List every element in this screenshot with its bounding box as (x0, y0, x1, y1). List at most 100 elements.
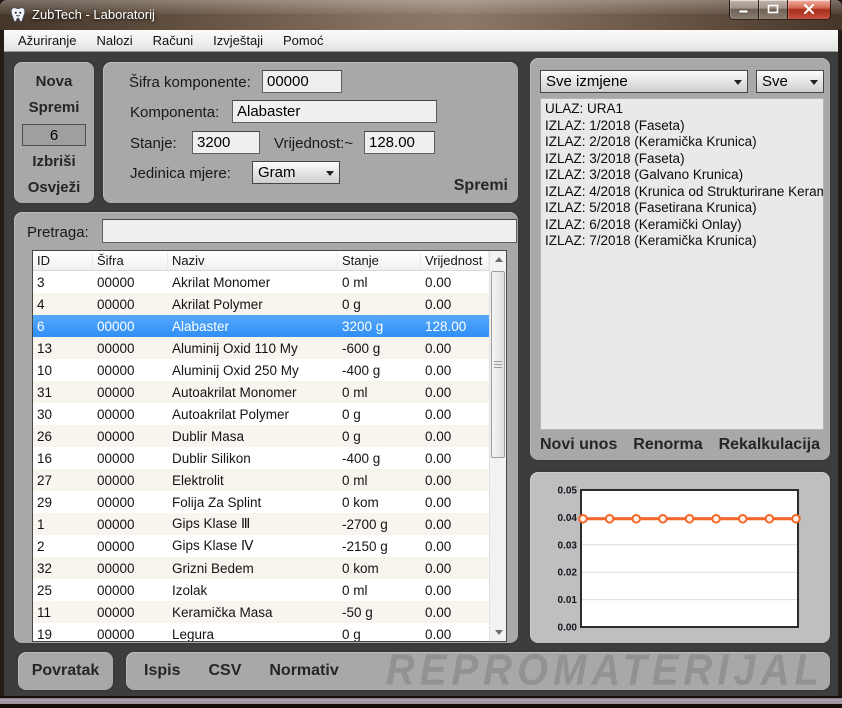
value-history-chart: 0.000.010.020.030.040.05 (530, 472, 830, 643)
table-row[interactable]: 2900000Folija Za Splint0 kom0.00 (33, 491, 489, 513)
direction-filter-dropdown[interactable]: Sve (756, 70, 824, 93)
cell-id: 10 (33, 363, 93, 378)
chevron-down-icon (326, 171, 334, 176)
komponenta-input[interactable] (232, 100, 437, 123)
history-list-item[interactable]: IZLAZ: 3/2018 (Galvano Krunica) (541, 167, 823, 184)
record-actions-panel: Nova Spremi Izbriši Osvježi (12, 60, 96, 205)
close-button[interactable] (787, 0, 831, 20)
component-form-panel: Šifra komponente: Komponenta: Stanje: Vr… (101, 60, 520, 205)
renorma-button[interactable]: Renorma (633, 436, 702, 454)
table-row[interactable]: 1100000Keramička Masa-50 g0.00 (33, 601, 489, 623)
cell-sifra: 00000 (93, 451, 168, 466)
table-row[interactable]: 300000Akrilat Monomer0 ml0.00 (33, 271, 489, 293)
cell-stanje: 0 ml (338, 385, 421, 400)
history-list-item[interactable]: IZLAZ: 1/2018 (Faseta) (541, 118, 823, 135)
maximize-button[interactable] (759, 0, 787, 20)
table-row[interactable]: 1600000Dublir Silikon-400 g0.00 (33, 447, 489, 469)
cell-naziv: Elektrolit (168, 473, 338, 488)
povratak-button[interactable]: Povratak (32, 662, 100, 680)
cell-vrijednost: 0.00 (421, 495, 489, 510)
csv-button[interactable]: CSV (208, 662, 241, 680)
cell-stanje: 0 kom (338, 561, 421, 576)
column-header-stanje[interactable]: Stanje (338, 251, 421, 270)
menu-item-pomoc[interactable]: Pomoć (273, 31, 333, 50)
osvjezi-button[interactable]: Osvježi (28, 178, 81, 198)
menu-item-azuriranje[interactable]: Ažuriranje (8, 31, 87, 50)
menu-item-nalozi[interactable]: Nalozi (87, 31, 143, 50)
history-list-item[interactable]: IZLAZ: 5/2018 (Fasetirana Krunica) (541, 200, 823, 217)
history-list-item[interactable]: IZLAZ: 6/2018 (Keramički Onlay) (541, 217, 823, 234)
title-bar[interactable]: ZubTech - Laboratorij (0, 0, 842, 30)
cell-id: 6 (33, 319, 93, 334)
cell-id: 29 (33, 495, 93, 510)
history-list-item[interactable]: IZLAZ: 2/2018 (Keramička Krunica) (541, 134, 823, 151)
scroll-up-button[interactable] (490, 251, 507, 268)
jedinica-dropdown[interactable]: Gram (252, 161, 340, 184)
cell-sifra: 00000 (93, 561, 168, 576)
vrijednost-input[interactable] (364, 131, 435, 154)
cell-id: 1 (33, 517, 93, 532)
nova-button[interactable]: Nova (36, 72, 73, 92)
table-row[interactable]: 3000000Autoakrilat Polymer0 g0.00 (33, 403, 489, 425)
sifra-input[interactable] (262, 70, 342, 93)
cell-stanje: -600 g (338, 341, 421, 356)
cell-naziv: Autoakrilat Polymer (168, 407, 338, 422)
column-header-naziv[interactable]: Naziv (168, 251, 338, 270)
table-row[interactable]: 100000Gips Klase Ⅲ-2700 g0.00 (33, 513, 489, 535)
changes-filter-value: Sve izmjene (546, 73, 628, 90)
cell-naziv: Gips Klase Ⅲ (168, 516, 338, 532)
history-list-item[interactable]: IZLAZ: 4/2018 (Krunica od Strukturirane … (541, 184, 823, 201)
history-listbox[interactable]: ULAZ: URA1IZLAZ: 1/2018 (Faseta)IZLAZ: 2… (540, 98, 824, 430)
table-row[interactable]: 1900000Legura0 g0.00 (33, 623, 489, 641)
table-row[interactable]: 400000Akrilat Polymer0 g0.00 (33, 293, 489, 315)
cell-naziv: Alabaster (168, 319, 338, 334)
cell-vrijednost: 0.00 (421, 385, 489, 400)
form-spremi-button[interactable]: Spremi (454, 177, 508, 195)
cell-vrijednost: 0.00 (421, 407, 489, 422)
table-row[interactable]: 200000Gips Klase Ⅳ-2150 g0.00 (33, 535, 489, 557)
changes-filter-dropdown[interactable]: Sve izmjene (540, 70, 748, 93)
cell-id: 2 (33, 539, 93, 554)
table-row[interactable]: 3200000Grizni Bedem0 kom0.00 (33, 557, 489, 579)
cell-vrijednost: 0.00 (421, 627, 489, 642)
menu-item-izvjestaji[interactable]: Izvještaji (203, 31, 273, 50)
table-row[interactable]: 600000Alabaster3200 g128.00 (33, 315, 489, 337)
history-list-item[interactable]: IZLAZ: 7/2018 (Keramička Krunica) (541, 233, 823, 250)
izbrisi-button[interactable]: Izbriši (32, 152, 75, 172)
cell-stanje: -50 g (338, 605, 421, 620)
scroll-down-button[interactable] (490, 624, 507, 641)
cell-sifra: 00000 (93, 605, 168, 620)
table-row[interactable]: 2500000Izolak0 ml0.00 (33, 579, 489, 601)
menu-item-racuni[interactable]: Računi (143, 31, 203, 50)
rekalkulacija-button[interactable]: Rekalkulacija (719, 436, 820, 454)
komponenta-label: Komponenta: (130, 104, 219, 121)
normativ-button[interactable]: Normativ (269, 662, 338, 680)
scrollbar-thumb[interactable] (491, 271, 505, 458)
stanje-input[interactable] (192, 131, 260, 154)
value-history-chart-panel: 0.000.010.020.030.040.05 (528, 470, 832, 645)
cell-stanje: 0 g (338, 627, 421, 642)
cell-naziv: Dublir Masa (168, 429, 338, 444)
table-scrollbar[interactable] (489, 251, 506, 641)
cell-sifra: 00000 (93, 275, 168, 290)
record-id-field[interactable] (22, 124, 86, 146)
cell-vrijednost: 0.00 (421, 473, 489, 488)
table-row[interactable]: 1000000Aluminij Oxid 250 My-400 g0.00 (33, 359, 489, 381)
direction-filter-value: Sve (762, 73, 788, 90)
table-row[interactable]: 1300000Aluminij Oxid 110 My-600 g0.00 (33, 337, 489, 359)
column-header-vrijednost[interactable]: Vrijednost (421, 251, 489, 270)
column-header-id[interactable]: ID (33, 251, 93, 270)
cell-naziv: Keramička Masa (168, 605, 338, 620)
minimize-button[interactable] (729, 0, 759, 20)
history-list-item[interactable]: ULAZ: URA1 (541, 101, 823, 118)
spremi-button[interactable]: Spremi (29, 98, 80, 118)
novi-unos-button[interactable]: Novi unos (540, 436, 617, 454)
column-header-sifra[interactable]: Šifra (93, 251, 168, 270)
table-row[interactable]: 2600000Dublir Masa0 g0.00 (33, 425, 489, 447)
table-row[interactable]: 3100000Autoakrilat Monomer0 ml0.00 (33, 381, 489, 403)
history-list-item[interactable]: IZLAZ: 3/2018 (Faseta) (541, 151, 823, 168)
cell-naziv: Dublir Silikon (168, 451, 338, 466)
ispis-button[interactable]: Ispis (144, 662, 180, 680)
search-input[interactable] (102, 219, 517, 243)
table-row[interactable]: 2700000Elektrolit0 ml0.00 (33, 469, 489, 491)
